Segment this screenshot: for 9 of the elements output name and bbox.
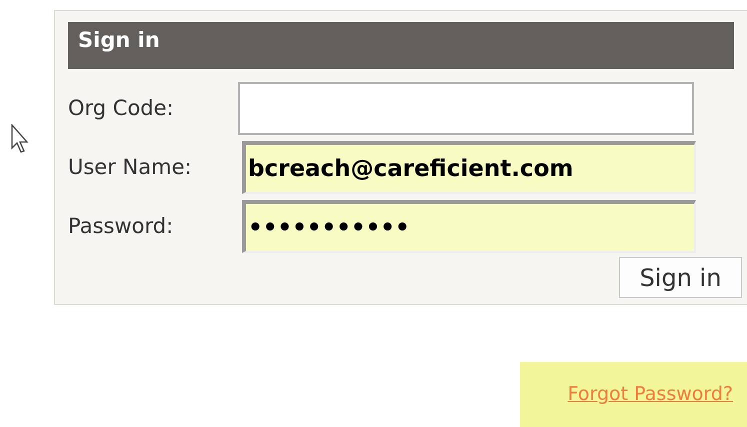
input-field[interactable]: bcreach@careficient.com [242,141,696,194]
input-field[interactable]: ••••••••••• [242,200,696,253]
panel-header: Sign in [68,22,734,69]
sign-in-button[interactable]: Sign in [619,257,742,298]
input-field[interactable] [238,82,694,135]
field-label: Password: [68,212,174,240]
mouse-pointer-icon [11,124,29,154]
field-label: User Name: [68,154,193,181]
field-label: Org Code: [68,94,175,122]
